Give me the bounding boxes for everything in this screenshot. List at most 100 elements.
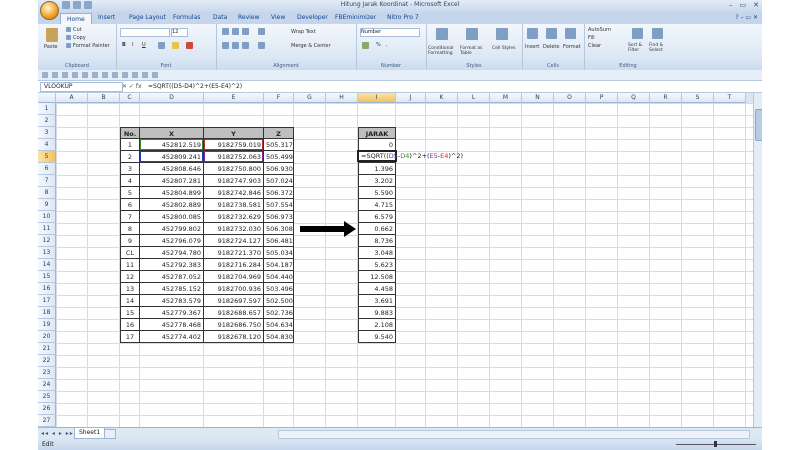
- jarak-cell[interactable]: 6.579: [358, 211, 396, 223]
- table-cell[interactable]: 9182724.127: [204, 235, 264, 247]
- row-header-9[interactable]: 9: [38, 199, 56, 211]
- tab-insert[interactable]: Insert: [98, 14, 115, 21]
- formula-input[interactable]: =SQRT((D5-D4)^2+(E5-E4)^2): [148, 81, 242, 92]
- row-header-16[interactable]: 16: [38, 283, 56, 295]
- comma-button[interactable]: ,: [386, 42, 388, 48]
- currency-icon[interactable]: [362, 42, 369, 49]
- table-row-number[interactable]: 2: [120, 151, 140, 163]
- table-cell[interactable]: 9182716.284: [204, 259, 264, 271]
- table-row-number[interactable]: 14: [120, 295, 140, 307]
- jarak-cell[interactable]: 9.540: [358, 331, 396, 343]
- find-select-icon[interactable]: [652, 28, 663, 39]
- format-cells-icon[interactable]: [565, 28, 576, 39]
- indent-icon[interactable]: [258, 42, 265, 49]
- office-button[interactable]: [40, 1, 59, 20]
- row-header-20[interactable]: 20: [38, 331, 56, 343]
- tab-data[interactable]: Data: [213, 14, 227, 21]
- table-cell[interactable]: 452778.468: [140, 319, 204, 331]
- format-painter-label[interactable]: Format Painter: [73, 43, 110, 49]
- row-header-4[interactable]: 4: [38, 139, 56, 151]
- insert-label[interactable]: Insert: [525, 44, 539, 50]
- font-size-select[interactable]: 12: [171, 28, 188, 37]
- find-select-label[interactable]: Find & Select: [649, 43, 671, 53]
- jarak-cell[interactable]: 4.715: [358, 199, 396, 211]
- table-cell[interactable]: 452774.402: [140, 331, 204, 343]
- table-cell[interactable]: 9182721.370: [204, 247, 264, 259]
- toolbar-icon[interactable]: [152, 72, 158, 78]
- table-cell[interactable]: 452792.383: [140, 259, 204, 271]
- row-header-24[interactable]: 24: [38, 379, 56, 391]
- table-row-number[interactable]: 17: [120, 331, 140, 343]
- row-header-17[interactable]: 17: [38, 295, 56, 307]
- toolbar-icon[interactable]: [112, 72, 118, 78]
- tab-developer[interactable]: Developer: [297, 14, 328, 21]
- column-header-j[interactable]: J: [396, 93, 426, 103]
- column-header-h[interactable]: H: [326, 93, 358, 103]
- row-header-7[interactable]: 7: [38, 175, 56, 187]
- toolbar-icon[interactable]: [142, 72, 148, 78]
- tab-page-layout[interactable]: Page Layout: [129, 14, 166, 21]
- toolbar-icon[interactable]: [92, 72, 98, 78]
- jarak-cell[interactable]: 9.883: [358, 307, 396, 319]
- name-box[interactable]: VLOOKUP: [40, 82, 123, 92]
- row-header-12[interactable]: 12: [38, 235, 56, 247]
- ribbon-window-controls[interactable]: ? – ▭ ✕: [735, 14, 758, 21]
- column-header-g[interactable]: G: [294, 93, 326, 103]
- row-header-15[interactable]: 15: [38, 271, 56, 283]
- table-cell[interactable]: 452794.780: [140, 247, 204, 259]
- sort-filter-icon[interactable]: [632, 28, 643, 39]
- jarak-cell[interactable]: 3.691: [358, 295, 396, 307]
- column-header-c[interactable]: C: [120, 93, 140, 103]
- format-label[interactable]: Format: [563, 44, 581, 50]
- paste-label[interactable]: Paste: [44, 44, 58, 50]
- row-header-5[interactable]: 5: [38, 151, 56, 163]
- merge-center-button[interactable]: Merge & Center: [291, 43, 331, 49]
- delete-label[interactable]: Delete: [543, 44, 559, 50]
- column-header-a[interactable]: A: [56, 93, 88, 103]
- maximize-button[interactable]: ▭: [740, 1, 747, 9]
- table-cell[interactable]: 506.930: [264, 163, 294, 175]
- autosum-button[interactable]: AutoSum: [588, 27, 611, 33]
- copy-icon[interactable]: [66, 35, 71, 40]
- column-header-d[interactable]: D: [140, 93, 204, 103]
- column-header-q[interactable]: Q: [618, 93, 650, 103]
- jarak-cell[interactable]: 5.623: [358, 259, 396, 271]
- row-header-10[interactable]: 10: [38, 211, 56, 223]
- table-row-number[interactable]: 16: [120, 319, 140, 331]
- zoom-knob[interactable]: [714, 441, 717, 447]
- borders-icon[interactable]: [158, 42, 165, 49]
- table-row-number[interactable]: 4: [120, 175, 140, 187]
- table-cell[interactable]: 502.500: [264, 295, 294, 307]
- table-cell[interactable]: 504.634: [264, 319, 294, 331]
- table-cell[interactable]: 506.308: [264, 223, 294, 235]
- table-cell[interactable]: 452802.889: [140, 199, 204, 211]
- toolbar-icon[interactable]: [82, 72, 88, 78]
- table-cell[interactable]: 452808.646: [140, 163, 204, 175]
- table-cell[interactable]: 452783.579: [140, 295, 204, 307]
- row-header-8[interactable]: 8: [38, 187, 56, 199]
- row-header-26[interactable]: 26: [38, 403, 56, 415]
- column-header-k[interactable]: K: [426, 93, 458, 103]
- jarak-cell[interactable]: 12.508: [358, 271, 396, 283]
- table-cell[interactable]: 452779.367: [140, 307, 204, 319]
- table-cell[interactable]: 452804.899: [140, 187, 204, 199]
- row-header-6[interactable]: 6: [38, 163, 56, 175]
- table-row-number[interactable]: 6: [120, 199, 140, 211]
- row-header-3[interactable]: 3: [38, 127, 56, 139]
- vertical-scrollbar[interactable]: [753, 93, 762, 427]
- worksheet-grid[interactable]: No. X Y Z 1 452812.519 9182759.019 505.317 2 4528…: [56, 103, 753, 427]
- insert-sheet-icon[interactable]: [104, 429, 116, 439]
- table-cell[interactable]: 9182742.846: [204, 187, 264, 199]
- row-header-1[interactable]: 1: [38, 103, 56, 115]
- align-middle-icon[interactable]: [232, 28, 239, 35]
- row-header-23[interactable]: 23: [38, 367, 56, 379]
- column-header-t[interactable]: T: [714, 93, 746, 103]
- fill-button[interactable]: Fill: [588, 35, 595, 41]
- column-header-m[interactable]: M: [490, 93, 522, 103]
- jarak-cell[interactable]: 4.458: [358, 283, 396, 295]
- sheet-nav-buttons[interactable]: ◂◂ ◂ ▸ ▸▸: [41, 430, 74, 437]
- format-as-table-label[interactable]: Format as Table: [460, 46, 488, 56]
- copy-label[interactable]: Copy: [73, 35, 86, 41]
- sheet-tab-sheet1[interactable]: Sheet1: [74, 428, 106, 439]
- table-cell[interactable]: 9182686.750: [204, 319, 264, 331]
